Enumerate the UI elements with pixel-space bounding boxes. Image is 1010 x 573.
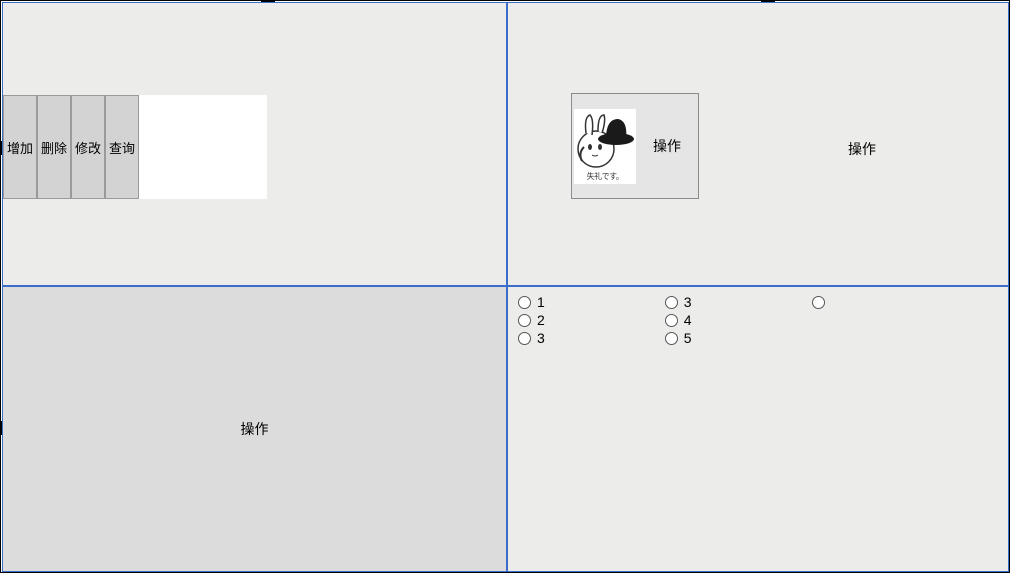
radio-label: 3 [537,330,545,346]
radio-groups: 1 2 3 3 4 [518,293,831,347]
radio-icon [518,296,531,309]
radio-item[interactable] [812,293,831,311]
radio-icon [518,332,531,345]
image-caption: 失礼です。 [574,171,636,182]
button-group: 增加 删除 修改 查询 [3,95,139,199]
panel-bottom-left[interactable]: 操作 [2,286,507,572]
query-button[interactable]: 查询 [105,95,139,199]
panel-bottom-right[interactable]: 1 2 3 3 4 [507,286,1009,572]
radio-group-2: 3 4 5 [665,293,692,347]
operate-box-label: 操作 [636,136,698,156]
radio-icon [665,314,678,327]
operate-box[interactable]: 失礼です。 操作 [571,93,699,199]
radio-item[interactable]: 5 [665,329,692,347]
radio-group-3 [812,293,831,347]
radio-group-1: 1 2 3 [518,293,545,347]
operate-label: 操作 [241,419,269,439]
radio-item[interactable]: 3 [665,293,692,311]
operate-label: 操作 [848,139,876,159]
add-button[interactable]: 增加 [3,95,37,199]
radio-icon [665,332,678,345]
panel-top-left[interactable]: 增加 删除 修改 查询 [2,2,507,286]
button-row-container: 增加 删除 修改 查询 [3,95,267,199]
radio-label: 5 [684,330,692,346]
radio-label: 1 [537,294,545,310]
delete-button[interactable]: 删除 [37,95,71,199]
radio-label: 4 [684,312,692,328]
radio-item[interactable]: 3 [518,329,545,347]
radio-item[interactable]: 1 [518,293,545,311]
radio-icon [518,314,531,327]
radio-label: 2 [537,312,545,328]
blank-panel [139,95,267,199]
panel-top-right[interactable]: 失礼です。 操作 操作 [507,2,1009,286]
radio-icon [812,296,825,309]
radio-item[interactable]: 4 [665,311,692,329]
radio-item[interactable]: 2 [518,311,545,329]
cartoon-image: 失礼です。 [574,109,636,184]
radio-label: 3 [684,294,692,310]
edit-button[interactable]: 修改 [71,95,105,199]
radio-icon [665,296,678,309]
design-canvas: 增加 删除 修改 查询 [0,0,1010,573]
